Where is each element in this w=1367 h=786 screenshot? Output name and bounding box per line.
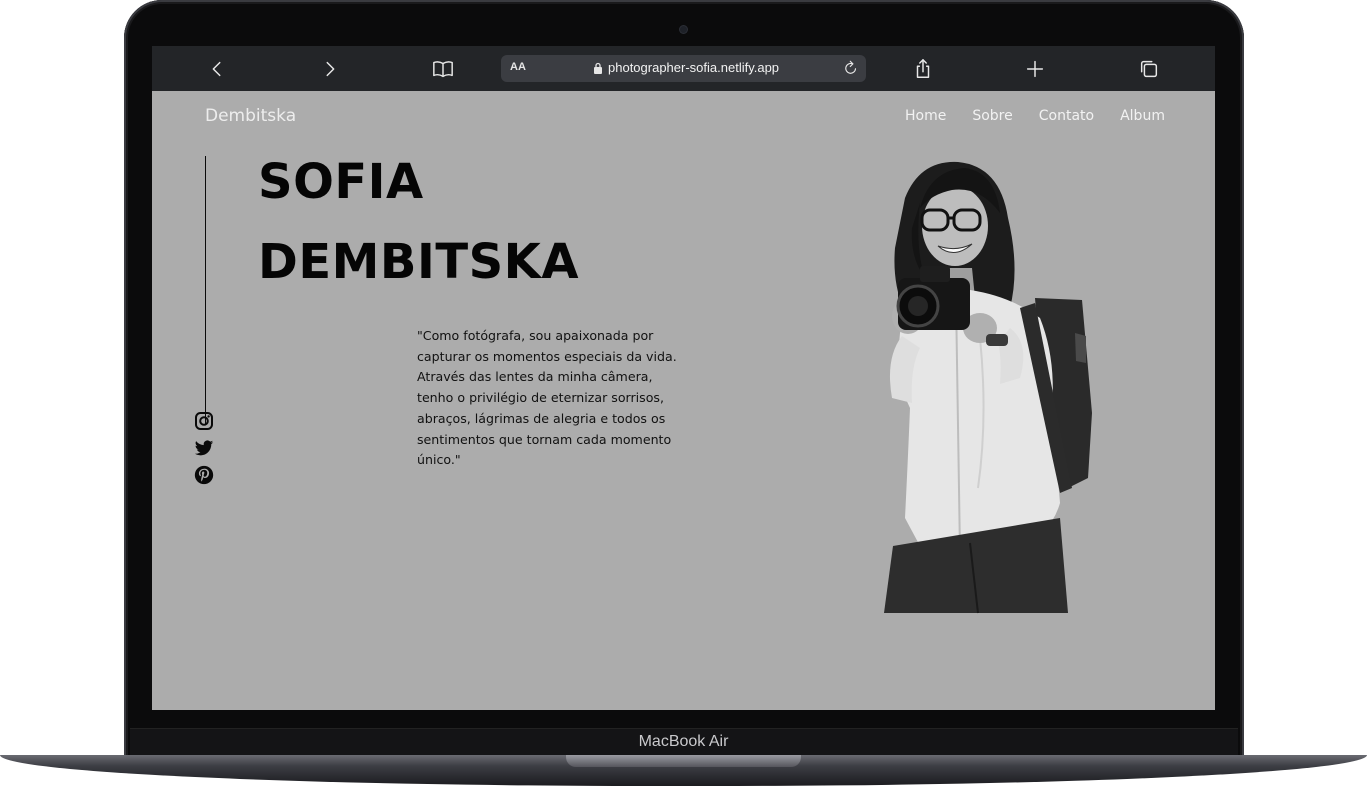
twitter-icon <box>194 440 214 456</box>
book-icon <box>433 61 453 78</box>
url-display[interactable]: photographer-sofia.netlify.app <box>593 60 779 75</box>
vertical-divider <box>205 156 206 424</box>
back-button[interactable] <box>202 54 232 84</box>
lock-icon <box>594 62 602 74</box>
bookmarks-button[interactable] <box>428 54 458 84</box>
site-nav: Home Sobre Contato Album <box>905 108 1165 124</box>
chevron-left-icon <box>212 61 221 77</box>
nav-link-home[interactable]: Home <box>905 108 946 124</box>
webcam <box>680 26 687 33</box>
browser-screen: AA photographer-sofia.netlify.app Dembit… <box>152 46 1215 710</box>
tabs-overview-button[interactable] <box>1134 54 1164 84</box>
reload-button[interactable] <box>842 59 860 77</box>
instagram-icon <box>195 412 213 430</box>
nav-link-sobre[interactable]: Sobre <box>972 108 1012 124</box>
photographer-portrait <box>884 161 1092 614</box>
text-size-button[interactable]: AA <box>510 61 526 73</box>
new-tab-button[interactable] <box>1020 54 1050 84</box>
nav-link-album[interactable]: Album <box>1120 108 1165 124</box>
pinterest-link[interactable] <box>194 465 214 485</box>
plus-icon <box>1026 60 1044 78</box>
tabs-icon <box>1140 60 1158 78</box>
chevron-right-icon <box>326 61 335 77</box>
device-model-label: MacBook Air <box>638 733 729 750</box>
address-bar[interactable]: AA photographer-sofia.netlify.app <box>501 55 866 82</box>
browser-toolbar: AA photographer-sofia.netlify.app <box>152 46 1215 91</box>
reload-icon <box>845 60 857 74</box>
nav-link-contato[interactable]: Contato <box>1039 108 1094 124</box>
share-icon <box>916 59 930 78</box>
site-logo[interactable]: Dembitska <box>205 106 296 126</box>
instagram-link[interactable] <box>194 411 214 431</box>
pinterest-icon <box>194 465 214 485</box>
share-button[interactable] <box>908 54 938 84</box>
hero-title-first-name: SOFIA <box>258 154 424 210</box>
url-text: photographer-sofia.netlify.app <box>608 60 780 75</box>
laptop-opening-notch <box>566 755 801 767</box>
forward-button[interactable] <box>315 54 345 84</box>
hero-title-last-name: DEMBITSKA <box>258 234 579 290</box>
hero-quote: "Como fotógrafa, sou apaixonada por capt… <box>417 328 677 468</box>
twitter-link[interactable] <box>194 438 214 458</box>
